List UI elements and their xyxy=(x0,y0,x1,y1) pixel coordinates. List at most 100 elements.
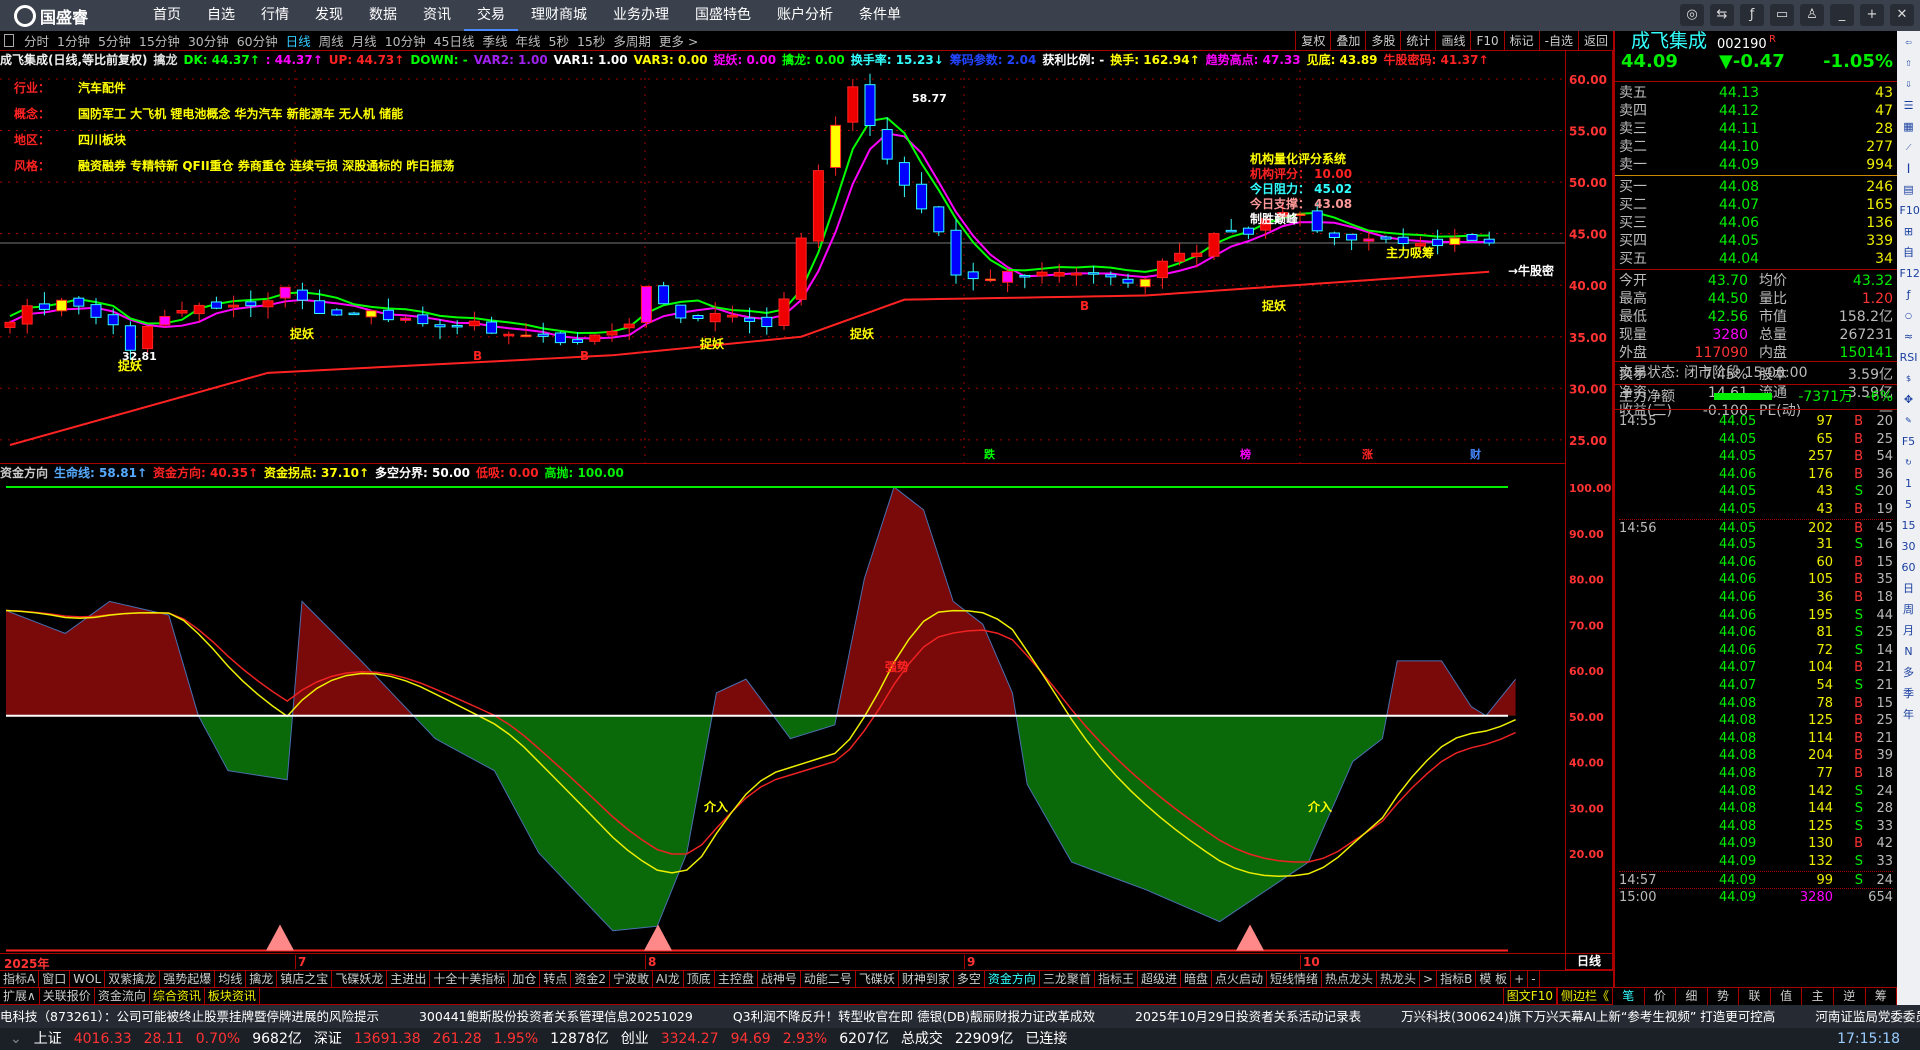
side-period-0[interactable]: 1 xyxy=(1900,475,1918,493)
grid-icon[interactable]: ▦ xyxy=(1900,118,1918,136)
indicator-tab-27[interactable]: 暗盘 xyxy=(1181,971,1212,987)
candle[interactable] xyxy=(1002,270,1014,283)
candle[interactable] xyxy=(1156,260,1168,279)
tree-icon[interactable]: ⊞ xyxy=(1900,223,1918,241)
indicator-tab-2[interactable]: WOL xyxy=(70,971,106,987)
menu-item-0[interactable]: 首页 xyxy=(140,0,194,31)
candle[interactable] xyxy=(847,86,859,123)
period-11[interactable]: 季线 xyxy=(479,31,512,50)
indicator-tab-3[interactable]: 双紫擒龙 xyxy=(105,971,161,987)
candle[interactable] xyxy=(1432,238,1444,247)
period-3[interactable]: 15分钟 xyxy=(135,31,184,50)
menu-item-8[interactable]: 业务办理 xyxy=(600,0,682,31)
candle[interactable] xyxy=(124,325,136,351)
tool-5[interactable]: F10 xyxy=(1470,31,1503,51)
candle[interactable] xyxy=(1363,238,1375,242)
candle[interactable] xyxy=(1380,236,1392,240)
candle[interactable] xyxy=(38,303,50,310)
ext-tab-0[interactable]: 扩展∧ xyxy=(0,988,40,1004)
indicator-tab-10[interactable]: 十全十美指标 xyxy=(430,971,510,987)
f5-icon[interactable]: F5 xyxy=(1900,433,1918,451)
candle[interactable] xyxy=(1483,238,1495,244)
menu-item-9[interactable]: 国盛特色 xyxy=(682,0,764,31)
side-period-10[interactable]: 季 xyxy=(1900,685,1918,703)
tool-7[interactable]: -自选 xyxy=(1538,31,1578,51)
candle[interactable] xyxy=(520,334,532,338)
candle[interactable] xyxy=(1328,232,1340,238)
period-6[interactable]: 日线 xyxy=(282,31,315,50)
indicator-tab-11[interactable]: 加仓 xyxy=(509,971,541,987)
fx-icon[interactable]: ƒ xyxy=(1900,286,1918,304)
candle[interactable] xyxy=(279,286,291,299)
indicator-tab-30[interactable]: 热点龙头 xyxy=(1322,971,1378,987)
candle[interactable] xyxy=(314,300,326,314)
candle[interactable] xyxy=(434,324,446,328)
quote-tab-0[interactable]: 笔 xyxy=(1613,988,1645,1005)
candle[interactable] xyxy=(365,310,377,318)
indicator-tab-0[interactable]: 指标A xyxy=(0,971,40,987)
quote-tab-4[interactable]: 联 xyxy=(1739,988,1771,1005)
monitor-icon[interactable]: ▭ xyxy=(1770,4,1794,26)
period-2[interactable]: 5分钟 xyxy=(94,31,135,50)
candle[interactable] xyxy=(176,310,188,314)
tool-4[interactable]: 画线 xyxy=(1435,31,1470,51)
quote-tab-8[interactable]: 筹 xyxy=(1866,988,1898,1005)
candle[interactable] xyxy=(73,297,85,307)
dollar-icon[interactable]: $ xyxy=(1900,370,1918,388)
indicator-tab-36[interactable]: - xyxy=(1528,971,1540,987)
arrow-up-icon[interactable]: ⇧ xyxy=(1900,55,1918,73)
tool-6[interactable]: 标记 xyxy=(1503,31,1539,51)
wave-icon[interactable]: ≈ xyxy=(1900,328,1918,346)
candle[interactable] xyxy=(1139,278,1151,288)
news-item[interactable]: 300441鲍斯股份投资者关系管理信息20251029 xyxy=(419,1005,693,1028)
indicator-tab-6[interactable]: 擒龙 xyxy=(246,971,278,987)
candle[interactable] xyxy=(898,162,910,186)
refresh-icon[interactable]: ↻ xyxy=(1900,454,1918,472)
candle[interactable] xyxy=(210,301,222,309)
rsi-icon[interactable]: RSI xyxy=(1900,349,1918,367)
indicator-tab-9[interactable]: 主进出 xyxy=(387,971,431,987)
indicator-tab-31[interactable]: 热龙头 xyxy=(1377,971,1421,987)
indicator-tab-28[interactable]: 点火启动 xyxy=(1212,971,1267,987)
candle[interactable] xyxy=(90,304,102,318)
candle[interactable] xyxy=(640,285,652,323)
indicator-tab-18[interactable]: 战神号 xyxy=(758,971,801,987)
tool-0[interactable]: 复权 xyxy=(1295,31,1330,51)
indicator-tab-16[interactable]: 顶底 xyxy=(684,971,715,987)
tool-8[interactable]: 返回 xyxy=(1577,31,1613,51)
indicator-tab-22[interactable]: 多空 xyxy=(954,971,985,987)
news-item[interactable]: 2025年10月29日投资者关系活动记录表 xyxy=(1135,1005,1361,1028)
period-13[interactable]: 5秒 xyxy=(545,31,573,50)
side-tab-1[interactable]: 侧边栏《 xyxy=(1556,988,1613,1004)
side-tab-0[interactable]: 图文F10 xyxy=(1502,988,1557,1004)
menu-item-4[interactable]: 数据 xyxy=(356,0,410,31)
candle[interactable] xyxy=(606,330,618,336)
candle[interactable] xyxy=(675,304,687,319)
candle[interactable] xyxy=(1053,271,1065,277)
indicator-tab-15[interactable]: AI龙 xyxy=(653,971,684,987)
menu-item-1[interactable]: 自选 xyxy=(194,0,248,31)
indicator-tab-13[interactable]: 资金2 xyxy=(571,971,611,987)
candle[interactable] xyxy=(1088,272,1100,275)
candle[interactable] xyxy=(1311,210,1323,232)
side-period-9[interactable]: 多 xyxy=(1900,664,1918,682)
fx-icon[interactable]: ƒ xyxy=(1740,4,1764,26)
swap-icon[interactable]: ⇆ xyxy=(1710,4,1734,26)
candle[interactable] xyxy=(1208,233,1220,257)
indicator-tab-23[interactable]: 资金方向 xyxy=(985,971,1040,987)
candle[interactable] xyxy=(744,317,756,322)
shirt-icon[interactable]: ♙ xyxy=(1800,4,1824,26)
indicator-tab-5[interactable]: 均线 xyxy=(215,971,247,987)
ext-tab-4[interactable]: 板块资讯 xyxy=(205,988,260,1004)
menu-item-10[interactable]: 账户分析 xyxy=(764,0,846,31)
candle[interactable] xyxy=(4,321,16,328)
docs-icon[interactable]: ▤ xyxy=(1900,181,1918,199)
candle[interactable] xyxy=(228,304,240,308)
side-period-8[interactable]: N xyxy=(1900,643,1918,661)
panel-toggle-icon[interactable] xyxy=(4,34,14,47)
candle[interactable] xyxy=(967,271,979,280)
candle[interactable] xyxy=(950,229,962,276)
arrow-down-icon[interactable]: ⇩ xyxy=(1900,76,1918,94)
fund-direction-chart[interactable]: 介入 介入 强势 xyxy=(0,481,1565,953)
close-icon[interactable]: ✕ xyxy=(1890,4,1914,26)
